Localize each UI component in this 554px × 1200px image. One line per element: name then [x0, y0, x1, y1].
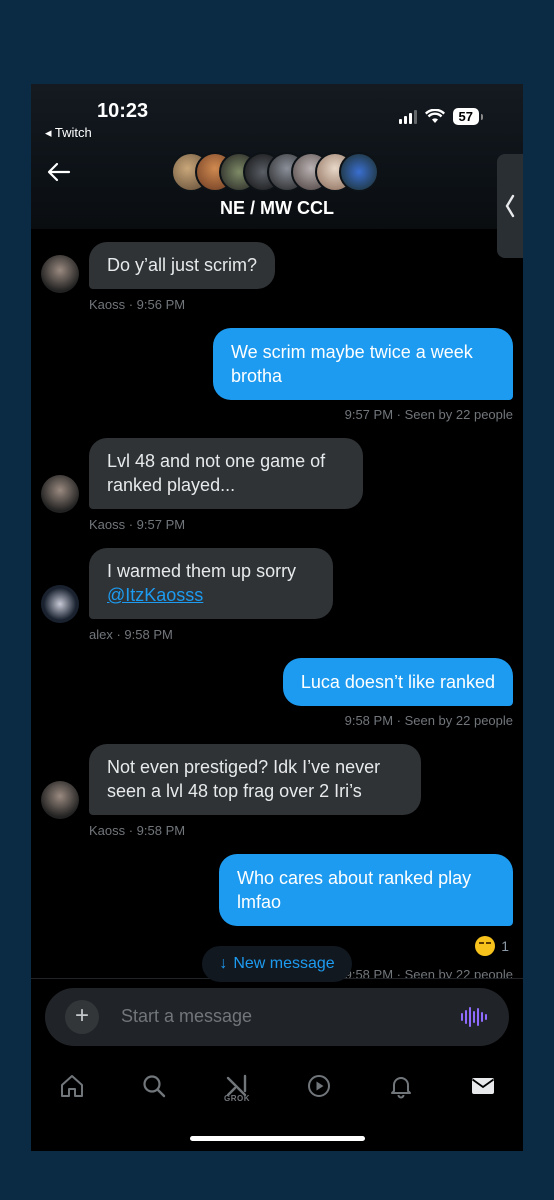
new-message-label: New message — [233, 955, 335, 972]
home-indicator[interactable] — [190, 1136, 365, 1141]
message-meta: 9:57 PM · Seen by 22 people — [344, 407, 513, 422]
arrow-down-icon: ↓ — [219, 955, 228, 972]
notifications-bell-icon[interactable] — [379, 1064, 423, 1108]
reaction[interactable]: 1 — [475, 936, 509, 956]
sender-avatar[interactable] — [41, 255, 79, 293]
sender-avatar[interactable] — [41, 585, 79, 623]
message-input[interactable]: Start a message — [121, 1006, 252, 1027]
message-bubble[interactable]: Do y’all just scrim? — [89, 242, 276, 289]
sender-avatar[interactable] — [41, 781, 79, 819]
message-meta: Kaoss · 9:57 PM — [89, 517, 186, 532]
new-message-pill[interactable]: ↓ New message — [202, 946, 352, 982]
grok-label: GROK — [224, 1094, 250, 1103]
bottom-nav: GROK — [31, 1064, 523, 1108]
avatar — [339, 152, 379, 192]
search-icon[interactable] — [132, 1064, 176, 1108]
status-indicators: 57 — [398, 108, 484, 125]
wifi-icon — [424, 109, 445, 123]
message-meta: 9:58 PM · Seen by 22 people — [344, 713, 513, 728]
message-meta: alex · 9:58 PM — [89, 627, 173, 642]
back-arrow-icon[interactable] — [47, 158, 71, 189]
message-bubble[interactable]: We scrim maybe twice a week brotha — [213, 328, 513, 400]
add-attachment-icon[interactable]: + — [65, 1000, 99, 1034]
message-text: I warmed them up sorry — [107, 561, 297, 581]
laughing-emoji-icon — [475, 936, 496, 956]
reaction-count: 1 — [501, 938, 509, 954]
voice-message-icon[interactable] — [461, 1007, 487, 1027]
battery-indicator: 57 — [452, 108, 484, 125]
cellular-signal-icon — [398, 109, 417, 124]
message-bubble[interactable]: I warmed them up sorry @ItzKaosss — [89, 548, 333, 619]
messages-envelope-icon[interactable] — [461, 1064, 505, 1108]
grok-icon[interactable]: GROK — [215, 1064, 259, 1108]
back-to-app-link[interactable]: ◂ Twitch — [45, 125, 92, 141]
message-meta: Kaoss · 9:58 PM — [89, 823, 186, 838]
group-avatars[interactable] — [171, 152, 387, 192]
message-bubble[interactable]: Who cares about ranked play lmfao — [219, 854, 513, 926]
mention-link[interactable]: @ItzKaosss — [107, 583, 315, 607]
side-tab-chevron-icon[interactable] — [497, 154, 523, 258]
message-meta: Kaoss · 9:56 PM — [89, 297, 186, 312]
sender-avatar[interactable] — [41, 475, 79, 513]
video-icon[interactable] — [297, 1064, 341, 1108]
status-time: 10:23 — [97, 100, 149, 122]
group-title[interactable]: NE / MW CCL — [31, 198, 523, 219]
message-bubble[interactable]: Luca doesn’t like ranked — [282, 658, 513, 706]
phone-screen: 10:23 ◂ Twitch 57 NE / MW CCL Do y’all j… — [31, 84, 523, 1151]
composer-area: + Start a message GROK — [31, 978, 523, 1151]
message-composer[interactable]: + Start a message — [45, 988, 509, 1046]
home-icon[interactable] — [50, 1064, 94, 1108]
message-bubble[interactable]: Not even prestiged? Idk I’ve never seen … — [89, 744, 421, 815]
message-bubble[interactable]: Lvl 48 and not one game of ranked played… — [89, 438, 363, 509]
